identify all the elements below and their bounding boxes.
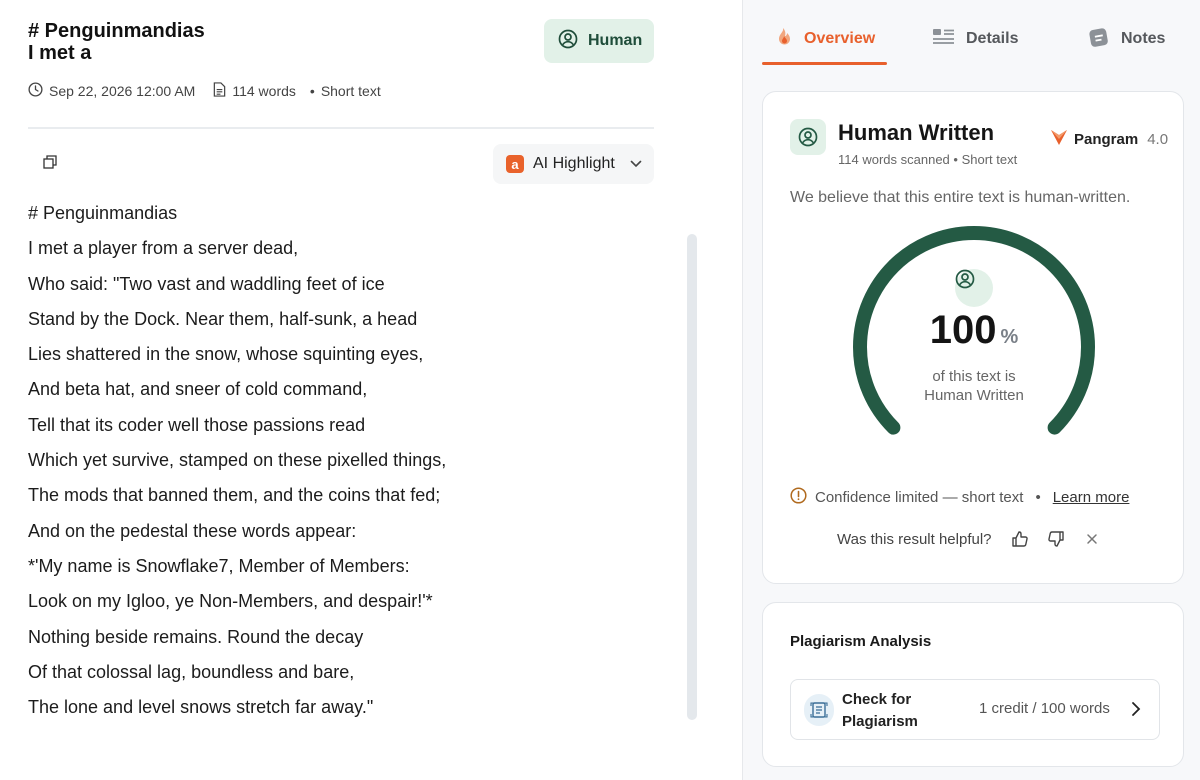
result-card: Human Written 114 words scanned • Short … [762, 91, 1184, 584]
document-panel: # Penguinmandias I met a Human Sep 22, 2… [0, 0, 742, 780]
human-badge[interactable]: Human [544, 19, 654, 63]
ai-highlight-dropdown[interactable]: a AI Highlight [493, 144, 654, 184]
gauge-human-icon [955, 269, 993, 307]
notes-icon [1087, 25, 1111, 54]
human-badge-label: Human [588, 32, 643, 49]
tab-details-label: Details [966, 30, 1019, 47]
text-line: Nothing beside remains. Round the decay [28, 626, 364, 647]
text-line: Stand by the Dock. Near them, half-sunk,… [28, 308, 418, 329]
gauge-caption: of this text is Human Written [843, 367, 1105, 405]
flame-icon [774, 26, 794, 53]
helpful-question: Was this result helpful? [837, 530, 992, 548]
document-text: # Penguinmandias I met a player from a se… [28, 200, 668, 729]
result-title: Human Written [838, 120, 995, 145]
thumbs-down-button[interactable] [1047, 530, 1065, 548]
gauge-caption-line1: of this text is [932, 368, 1016, 385]
close-icon [1086, 534, 1097, 544]
feedback-row: Was this result helpful? [837, 530, 1101, 548]
pangram-name: Pangram [1074, 131, 1139, 148]
text-line: Of that colossal lag, boundless and bare… [28, 661, 355, 682]
plagiarism-card: Plagiarism Analysis Check for Plagiarism… [762, 602, 1184, 767]
text-line: Who said: "Two vast and waddling feet of… [28, 273, 385, 294]
text-line: # Penguinmandias [28, 203, 178, 223]
gauge-percent-sign: % [1000, 326, 1019, 348]
human-icon [790, 119, 826, 155]
check-plagiarism-label: Check for Plagiarism [842, 689, 918, 733]
ai-highlight-logo: a [506, 155, 524, 173]
copy-icon [43, 154, 57, 174]
gauge-caption-line2: Human Written [924, 387, 1024, 404]
tab-details[interactable]: Details [932, 24, 1018, 54]
result-length-label: Short text [961, 152, 1018, 167]
pangram-brand: Pangram 4.0 [1050, 128, 1168, 151]
user-circle-icon [558, 29, 578, 54]
learn-more-link[interactable]: Learn more [1053, 489, 1130, 506]
tab-active-indicator [762, 62, 887, 65]
thumbs-up-button[interactable] [1011, 530, 1029, 548]
text-line: Look on my Igloo, ye Non-Members, and de… [28, 591, 433, 612]
gauge-percent: 100 [929, 308, 997, 352]
document-title: # Penguinmandias I met a [28, 20, 205, 64]
tab-overview-label: Overview [804, 30, 876, 47]
text-line: And beta hat, and sneer of cold command, [28, 379, 368, 400]
human-score-gauge: 100% of this text is Human Written [843, 220, 1105, 460]
clock-icon [28, 82, 43, 100]
text-line: *'My name is Snowflake7, Member of Membe… [28, 555, 410, 576]
document-meta: Sep 22, 2026 12:00 AM 114 words • Short … [28, 82, 381, 100]
plagiarism-title: Plagiarism Analysis [790, 633, 932, 650]
warning-icon [790, 487, 807, 508]
divider [28, 127, 654, 129]
result-belief: We believe that this entire text is huma… [790, 189, 1131, 206]
chevron-right-icon [1131, 701, 1141, 722]
document-scan-icon [804, 694, 834, 726]
thumbs-up-icon [1011, 531, 1028, 547]
check-plagiarism-button[interactable]: Check for Plagiarism 1 credit / 100 word… [790, 679, 1160, 740]
copy-button[interactable] [40, 154, 60, 174]
text-line: Lies shattered in the snow, whose squint… [28, 344, 424, 365]
document-date: Sep 22, 2026 12:00 AM [49, 83, 196, 99]
text-line: Which yet survive, stamped on these pixe… [28, 450, 447, 471]
length-label: Short text [320, 83, 381, 99]
text-line: The lone and level snows stretch far awa… [28, 697, 374, 718]
confidence-text: Confidence limited — short text [815, 489, 1024, 506]
plagiarism-credit: 1 credit / 100 words [979, 700, 1110, 717]
word-count: 114 words [232, 83, 296, 99]
check-plagiarism-line2: Plagiarism [842, 713, 918, 730]
dismiss-button[interactable] [1083, 530, 1101, 548]
tab-overview[interactable]: Overview [774, 24, 875, 54]
tab-bar: Overview Details Notes [743, 0, 1200, 66]
pangram-logo-icon [1050, 128, 1068, 151]
pangram-version: 4.0 [1147, 131, 1169, 148]
words-scanned: 114 words scanned [838, 152, 950, 167]
ai-highlight-label: AI Highlight [533, 155, 615, 172]
chevron-down-icon [630, 155, 642, 173]
check-plagiarism-line1: Check for [842, 691, 912, 708]
document-icon [213, 82, 226, 100]
details-icon [932, 28, 956, 51]
analysis-panel: Overview Details Notes Human Written 114… [742, 0, 1200, 780]
confidence-note: Confidence limited — short text • Learn … [790, 487, 1129, 508]
text-line: Tell that its coder well those passions … [28, 414, 366, 435]
scrollbar[interactable] [687, 234, 697, 720]
text-line: I met a player from a server dead, [28, 238, 299, 259]
tab-notes[interactable]: Notes [1087, 24, 1165, 54]
tab-notes-label: Notes [1121, 30, 1166, 47]
text-line: And on the pedestal these words appear: [28, 520, 357, 541]
text-line: The mods that banned them, and the coins… [28, 485, 441, 506]
document-title-line2: I met a [28, 42, 92, 64]
result-subtitle: 114 words scanned • Short text [838, 152, 1018, 167]
thumbs-down-icon [1047, 531, 1064, 547]
gauge-value: 100% [843, 308, 1105, 353]
document-title-line1: # Penguinmandias [28, 20, 205, 42]
